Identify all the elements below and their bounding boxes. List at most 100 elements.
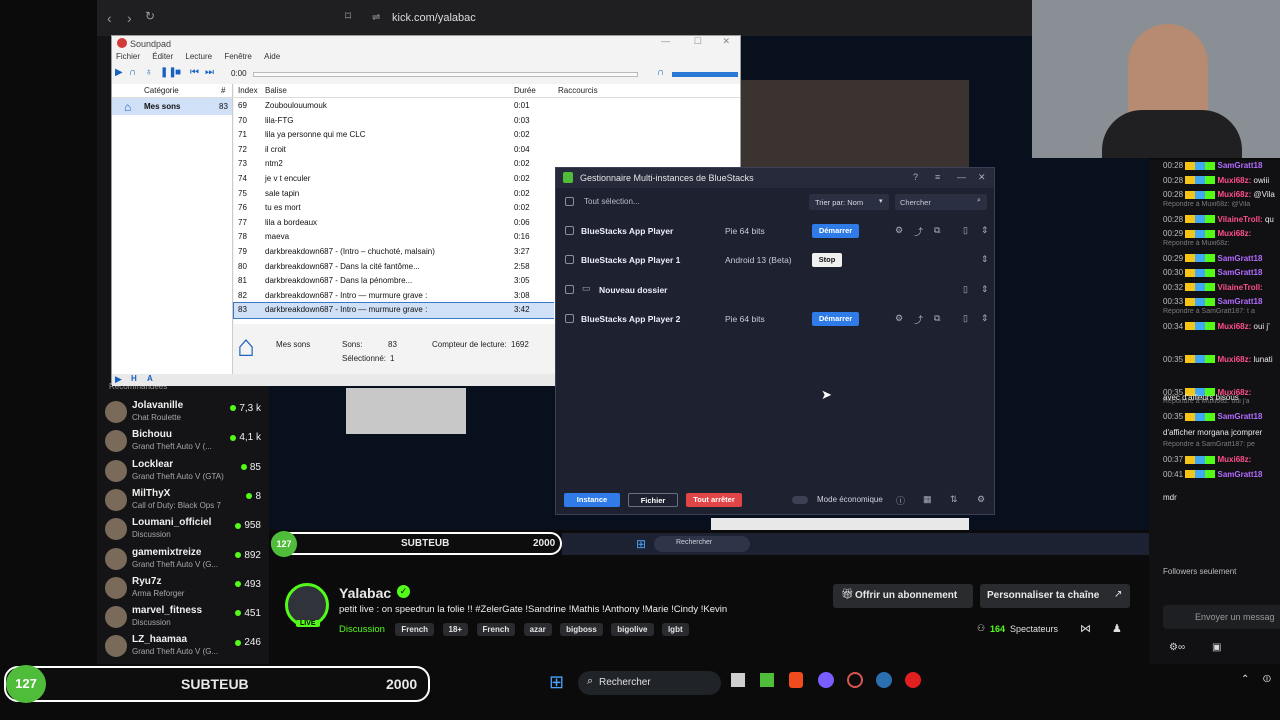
close-icon[interactable]: ✕ <box>722 36 730 47</box>
microphone-icon[interactable]: ♁ <box>145 67 153 78</box>
chat-username[interactable]: SamGratt18 <box>1218 470 1263 479</box>
back-icon[interactable]: ‹ <box>107 10 112 26</box>
instance-row[interactable]: BlueStacks App Player 1 Android 13 (Beta)… <box>556 246 996 275</box>
chat-username[interactable]: Muxi68z: <box>1218 229 1252 238</box>
tray-chevron-icon[interactable]: ⌃ <box>1241 674 1249 685</box>
chat-message[interactable]: 00:37 Muxi68z: <box>1163 455 1280 464</box>
reorder-icon[interactable]: ⇕ <box>981 225 989 236</box>
menu-editer[interactable]: Éditer <box>152 52 173 61</box>
tag-18plus[interactable]: 18+ <box>442 623 469 636</box>
recommended-channel[interactable]: Bichouu Grand Theft Auto V (... 4,1 k <box>97 427 269 456</box>
forward-icon[interactable]: › <box>127 10 132 26</box>
chat-message[interactable]: 00:29 Muxi68z: <box>1163 229 1280 238</box>
chat-username[interactable]: Muxi68z: <box>1218 322 1252 331</box>
chat-username[interactable]: SamGratt18 <box>1218 412 1263 421</box>
category-item-mes-sons[interactable]: ⌂ Mes sons 83 <box>112 98 232 115</box>
sync-icon[interactable]: ⇅ <box>950 494 958 505</box>
bluestacks-taskbar-icon[interactable] <box>760 673 774 687</box>
instance-action-button[interactable]: Stop <box>812 253 842 267</box>
chat-username[interactable]: Muxi68z: <box>1218 176 1252 185</box>
instance-settings-icon[interactable]: ⚙ <box>895 225 903 236</box>
headphones-icon[interactable]: ∩ <box>129 67 136 78</box>
recommended-channel[interactable]: Ryu7z Arma Reforger 493 <box>97 574 269 603</box>
chat-message[interactable]: 00:28 Muxi68z: @Vila <box>1163 190 1280 199</box>
recommended-channel[interactable]: gamemixtreize Grand Theft Auto V (G... 892 <box>97 545 269 574</box>
instance-row[interactable]: BlueStacks App Player 2 Pie 64 bits Démarr… <box>556 305 996 334</box>
menu-fichier[interactable]: Fichier <box>116 52 140 61</box>
fichier-button[interactable]: Fichier <box>628 493 678 507</box>
tag-french[interactable]: French <box>395 623 435 636</box>
brave-icon[interactable] <box>789 672 803 688</box>
bs-close-icon[interactable]: ✕ <box>978 172 986 183</box>
instance-settings-icon[interactable]: ⚙ <box>895 313 903 324</box>
volume-headphones-icon[interactable]: ∩ <box>657 67 664 78</box>
seek-bar[interactable] <box>253 72 638 77</box>
instance-row[interactable]: BlueStacks App Player Pie 64 bits Démarrer… <box>556 217 996 246</box>
previous-icon[interactable]: ⏮ <box>190 67 199 78</box>
clone-icon[interactable]: ⧉ <box>934 313 940 324</box>
chat-username[interactable]: Muxi68z: <box>1218 190 1252 199</box>
chat-username[interactable]: Muxi68z: <box>1218 355 1252 364</box>
bottom-play-icon[interactable]: ▶ <box>115 374 122 385</box>
follow-icon[interactable]: ♟ <box>1112 622 1122 635</box>
select-all-checkbox[interactable] <box>565 197 574 206</box>
recommended-channel[interactable]: Loumani_officiel Discussion 958 <box>97 515 269 544</box>
tag-bigboss[interactable]: bigboss <box>560 623 603 636</box>
tag-french-2[interactable]: French <box>476 623 516 636</box>
chat-message[interactable]: 00:34 Muxi68z: oui j' <box>1163 322 1280 331</box>
new-instance-button[interactable]: Instance <box>564 493 620 507</box>
recommended-channel[interactable]: Jolavanille Chat Roulette 7,3 k <box>97 398 269 427</box>
delete-icon[interactable]: ▯ <box>963 225 968 236</box>
windows-start-icon[interactable]: ⊞ <box>549 672 564 693</box>
menu-fenetre[interactable]: Fenêtre <box>224 52 252 61</box>
recommended-channel[interactable]: marvel_fitness Discussion 451 <box>97 603 269 632</box>
delete-icon[interactable]: ▯ <box>963 313 968 324</box>
taskbar-search[interactable]: ⌕ Rechercher <box>578 671 721 695</box>
chat-message[interactable]: 00:35 SamGratt18 <box>1163 412 1280 421</box>
share-icon[interactable]: ⋈ <box>1080 622 1091 635</box>
tag-azar[interactable]: azar <box>523 623 552 636</box>
task-view-icon[interactable] <box>731 673 745 687</box>
recommended-channel[interactable]: Locklear Grand Theft Auto V (GTA) 85 <box>97 457 269 486</box>
gift-sub-button[interactable]: 🎁︎ Offrir un abonnement <box>833 584 973 608</box>
menu-icon[interactable]: ≡ <box>935 172 940 182</box>
grid-icon[interactable]: ▦ <box>923 494 932 505</box>
instance-checkbox[interactable] <box>565 226 574 235</box>
maximize-icon[interactable]: ☐ <box>694 36 702 47</box>
chat-gift-icon[interactable]: ▣ <box>1212 642 1221 653</box>
a-icon[interactable]: A <box>147 374 153 383</box>
chat-username[interactable]: VilaineTroll: <box>1218 215 1263 224</box>
chat-username[interactable]: VilaineTroll: <box>1218 283 1263 292</box>
bookmark-icon[interactable]: ⌑ <box>345 9 351 23</box>
shortcut-icon[interactable]: ⤴ <box>914 225 923 238</box>
delete-icon[interactable]: ▯ <box>963 284 968 295</box>
stop-icon[interactable]: ■ <box>175 67 181 78</box>
chat-message[interactable]: 00:28 Muxi68z: owiii <box>1163 176 1280 185</box>
recommended-channel[interactable]: MilThyX Call of Duty: Black Ops 7 8 <box>97 486 269 515</box>
steam-icon[interactable] <box>876 672 892 688</box>
volume-slider[interactable] <box>672 72 738 77</box>
menu-lecture[interactable]: Lecture <box>185 52 212 61</box>
reorder-icon[interactable]: ⇕ <box>981 284 989 295</box>
tray-mic-icon[interactable]: ⏼ <box>1263 674 1271 685</box>
chat-message[interactable]: 00:30 SamGratt18 <box>1163 268 1280 277</box>
chat-message[interactable]: 00:32 VilaineTroll: <box>1163 283 1280 292</box>
shortcut-icon[interactable]: ⤴ <box>914 313 923 326</box>
instance-action-button[interactable]: Démarrer <box>812 224 859 238</box>
eco-toggle[interactable] <box>792 496 808 504</box>
instance-checkbox[interactable] <box>565 314 574 323</box>
settings-icon[interactable]: ⚙ <box>977 494 985 505</box>
tag-bigolive[interactable]: bigolive <box>611 623 654 636</box>
bs-minimize-icon[interactable]: — <box>957 172 966 182</box>
address-bar[interactable]: ⇌ kick.com/yalabac <box>372 6 1032 30</box>
recording-app-icon[interactable] <box>847 672 863 688</box>
chat-username[interactable]: Muxi68z: <box>1218 455 1252 464</box>
instance-action-button[interactable]: Démarrer <box>812 312 859 326</box>
search-input[interactable]: Chercher ⌕ <box>895 194 987 210</box>
site-info-icon[interactable]: ⇌ <box>372 6 380 30</box>
stream-category-link[interactable]: Discussion <box>339 624 385 635</box>
recommended-channel[interactable]: LZ_haamaa Grand Theft Auto V (G... 246 <box>97 632 269 661</box>
chat-message[interactable]: 00:33 SamGratt18 <box>1163 297 1280 306</box>
reorder-icon[interactable]: ⇕ <box>981 313 989 324</box>
chat-username[interactable]: SamGratt18 <box>1218 268 1263 277</box>
